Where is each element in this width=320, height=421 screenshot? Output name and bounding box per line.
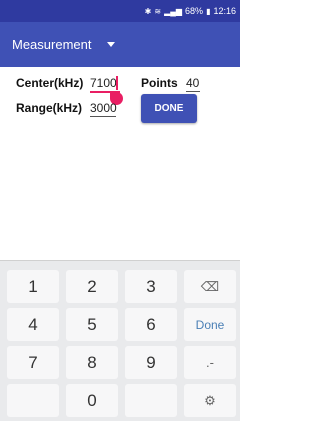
status-bar: ✱ ≋ ▂▄▆ 68% ▮ 12:16 (0, 0, 240, 22)
key-9[interactable]: 9 (125, 346, 177, 379)
range-input[interactable]: 3000 (90, 101, 117, 117)
blank-key-right (125, 384, 177, 417)
bluetooth-icon: ✱ (144, 6, 152, 16)
points-input[interactable]: 40 (186, 76, 200, 92)
center-label: Center(kHz) (16, 76, 84, 90)
keyboard-settings-key[interactable]: ⚙ (184, 384, 236, 417)
gear-icon: ⚙ (204, 392, 216, 408)
key-6[interactable]: 6 (125, 308, 177, 341)
caret-down-icon[interactable] (107, 42, 116, 47)
range-label: Range(kHz) (16, 101, 83, 115)
vibrate-icon: ≋ (154, 6, 162, 16)
keyboard-done-key[interactable]: Done (184, 308, 236, 341)
battery-percent: 68% (185, 6, 204, 16)
signal-icon: ▂▄▆ (164, 6, 183, 16)
done-button[interactable]: DONE (141, 94, 197, 123)
backspace-key[interactable]: ⌫ (184, 270, 236, 303)
key-0[interactable]: 0 (66, 384, 118, 417)
key-7[interactable]: 7 (7, 346, 59, 379)
key-3[interactable]: 3 (125, 270, 177, 303)
blank-key-left (7, 384, 59, 417)
backspace-icon: ⌫ (200, 278, 220, 294)
measurement-form: Center(kHz) 7100 Points 40 Range(kHz) 30… (0, 67, 240, 260)
battery-icon: ▮ (206, 6, 211, 16)
key-1[interactable]: 1 (7, 270, 59, 303)
key-8[interactable]: 8 (66, 346, 118, 379)
app-bar: Measurement (0, 22, 240, 67)
points-label: Points (141, 76, 178, 90)
punctuation-key[interactable]: .- (184, 346, 236, 379)
text-cursor (116, 76, 118, 90)
measurement-spinner[interactable]: Measurement (12, 37, 91, 52)
numeric-keyboard: 1 2 3 ⌫ 4 5 6 Done 7 8 9 .- 0 ⚙ (0, 260, 240, 421)
key-4[interactable]: 4 (7, 308, 59, 341)
clock: 12:16 (213, 6, 236, 16)
key-5[interactable]: 5 (66, 308, 118, 341)
key-2[interactable]: 2 (66, 270, 118, 303)
